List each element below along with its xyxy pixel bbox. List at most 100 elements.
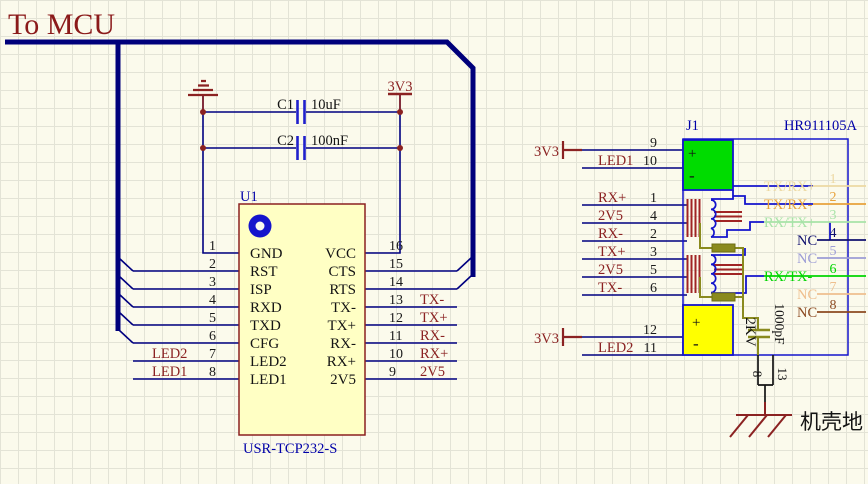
junction-dot [200, 145, 206, 151]
j1-pin-number: 5 [830, 244, 837, 259]
c2-value: 100nF [311, 133, 348, 149]
net-label-led2: LED2 [152, 346, 187, 362]
u1-pin-number: 2 [209, 257, 216, 272]
core-bars-upper [714, 212, 742, 221]
u1-pin-number: 10 [389, 347, 403, 362]
u1-pin-number: 6 [209, 329, 216, 344]
u1-pin-number: 1 [209, 239, 216, 254]
net-label-rxm: RX- [420, 328, 445, 344]
junction-dots [200, 109, 403, 151]
olive-tap-lower [700, 277, 712, 297]
c2-ref: C2 [277, 133, 294, 149]
yellow-led-plus: + [692, 315, 700, 331]
resistor-upper [712, 244, 735, 252]
j1-right-label: RX/TX- [764, 269, 813, 285]
j1-net-label: TX+ [598, 244, 626, 260]
j1-net-label: 2V5 [598, 262, 623, 278]
net-label-txm: TX- [420, 292, 444, 308]
j1-designator: J1 [686, 118, 699, 134]
green-led-minus: - [689, 166, 695, 185]
power-label-3v3-top: 3V3 [388, 79, 413, 95]
j1-pin-number: 3 [830, 208, 837, 223]
chassis-ground-section: 8 13 机壳地 [730, 355, 863, 437]
j1-pin-number: 2 [830, 190, 837, 205]
blue-feed-row3 [711, 222, 764, 237]
junction-dot [397, 145, 403, 151]
green-led-plus: + [688, 146, 696, 162]
j1-net-label: LED1 [598, 153, 633, 169]
j1-pin-number: 12 [643, 323, 657, 338]
shield-pin-number-8: 8 [750, 371, 765, 378]
resistor-lower [712, 293, 735, 301]
schematic-sheet: C1 10uF C2 100nF U1 USR-TCP232-S GND RST… [0, 0, 868, 484]
u1-pin-number: 7 [209, 347, 216, 362]
c1-plates [298, 100, 305, 124]
j1-pin-number: 9 [650, 136, 657, 151]
chassis-ground-label: 机壳地 [800, 410, 863, 434]
primary-winding-lower [688, 255, 700, 293]
j1-pin-number: 10 [643, 154, 657, 169]
u1-component: U1 USR-TCP232-S GND RST ISP RXD TXD CFG … [152, 189, 448, 457]
u1-pin-name: RST [250, 264, 278, 280]
blue-feed-row6 [711, 276, 764, 293]
c1-ref: C1 [277, 97, 294, 113]
sheet-note-to-mcu: To MCU [8, 8, 115, 41]
c1-value: 10uF [311, 97, 341, 113]
u1-pin-number: 3 [209, 275, 216, 290]
bus-entries-right [457, 258, 471, 289]
net-label-rxp: RX+ [420, 346, 448, 362]
wires-u1-left [133, 271, 239, 379]
j1-pin-number: 3 [650, 245, 657, 260]
j1-yellow-led [683, 305, 733, 355]
bus-entries-left [119, 258, 133, 343]
net-label-txp: TX+ [420, 310, 448, 326]
capacitor-c1: C1 10uF [277, 97, 341, 124]
u1-pin-name: TX- [331, 300, 356, 316]
u1-pin-name: RX+ [327, 354, 356, 370]
j1-net-label: RX- [598, 226, 623, 242]
j1-right-label: NC [797, 287, 817, 303]
u1-pin-name: RTS [329, 282, 356, 298]
u1-pin-number: 15 [389, 257, 403, 272]
chassis-ground-hatch [730, 415, 786, 437]
core-bars-lower [714, 265, 742, 274]
u1-pin-name: RXD [250, 300, 282, 316]
u1-pin-name: RX- [330, 336, 356, 352]
j1-right-label: NC [797, 305, 817, 321]
net-label-led1: LED1 [152, 364, 187, 380]
u1-designator: U1 [240, 189, 258, 205]
j1-pin-number: 4 [830, 226, 837, 241]
capacitor-c2: C2 100nF [277, 133, 348, 160]
j1-pin-number: 1 [650, 191, 657, 206]
yellow-led-minus: - [693, 334, 699, 353]
u1-pin-name: CTS [328, 264, 356, 280]
shield-pin-wires [758, 355, 773, 402]
power-3v3-j1-bottom [563, 328, 582, 346]
j1-net-label: RX+ [598, 190, 626, 206]
u1-pin-name: CFG [250, 336, 279, 352]
j1-right-label: NC [797, 233, 817, 249]
shield-pin-number-13: 13 [775, 368, 790, 381]
u1-pin-number: 14 [389, 275, 403, 290]
u1-pin-name: 2V5 [330, 372, 356, 388]
j1-pin-number: 1 [830, 172, 837, 187]
wire-3v3-rail [365, 94, 400, 253]
j1-pin-number: 4 [650, 209, 657, 224]
u1-pin-number: 13 [389, 293, 403, 308]
j1-pin-number: 6 [650, 281, 657, 296]
u1-pin-number: 11 [389, 329, 402, 344]
u1-pin-name: LED1 [250, 372, 287, 388]
u1-pin-number: 8 [209, 365, 216, 380]
u1-pin-name: TX+ [328, 318, 356, 334]
power-3v3-j1-top [563, 141, 582, 159]
olive-tap-upper [700, 223, 712, 248]
j1-pin-number: 7 [830, 280, 837, 295]
u1-pin1-marker-hole [256, 222, 265, 231]
secondary-upper [711, 200, 716, 237]
c2-plates [298, 136, 305, 160]
schematic-canvas: C1 10uF C2 100nF U1 USR-TCP232-S GND RST… [0, 0, 868, 484]
j1-right-label: TX/RX+ [764, 179, 816, 195]
u1-pin-number: 9 [389, 365, 396, 380]
junction-dot [200, 109, 206, 115]
u1-pin-name: LED2 [250, 354, 287, 370]
